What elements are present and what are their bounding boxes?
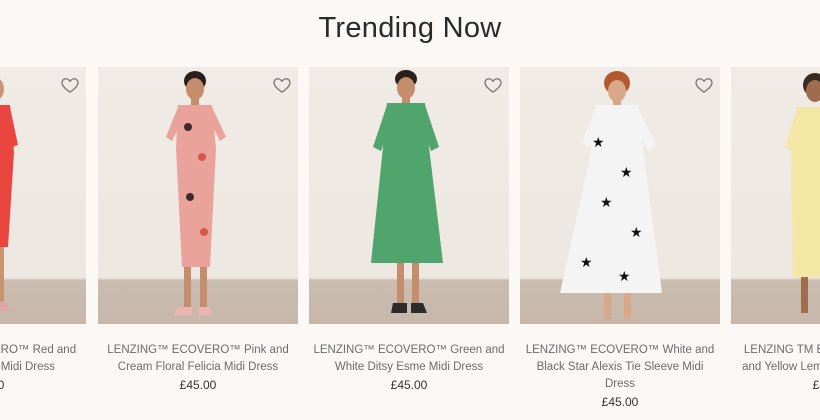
product-card[interactable]: LENZING TM ECOVERO™ White and Yellow Lem… [731,67,820,392]
product-name[interactable]: LENZING™ ECOVERO™ Green and White Ditsy … [313,342,505,376]
svg-text:★: ★ [600,194,613,210]
wishlist-heart-icon[interactable] [694,75,714,95]
section-title: Trending Now [318,12,502,44]
svg-text:★: ★ [592,134,605,150]
model-photo [0,79,18,311]
product-price: £45.00 [812,378,820,392]
model-photo [166,71,226,315]
product-name[interactable]: LENZING™ ECOVERO™ Pink and Cream Floral … [102,342,294,376]
product-image[interactable] [0,67,86,324]
product-name[interactable]: LENZING™ ECOVERO™ White and Black Star A… [524,342,716,393]
svg-text:★: ★ [630,224,643,240]
product-card[interactable]: LENZING™ ECOVERO™ Red and Pink Ditsy Fri… [0,67,86,392]
product-card[interactable]: LENZING™ ECOVERO™ Green and White Ditsy … [309,67,509,392]
model-photo: ★ ★ ★ ★ ★ ★ [560,71,662,319]
product-name[interactable]: LENZING™ ECOVERO™ Red and Pink Ditsy Fri… [0,342,82,376]
model-photo [371,70,443,313]
product-name[interactable]: LENZING TM ECOVERO™ White and Yellow Lem… [735,342,820,376]
product-price: £45.00 [179,378,217,392]
product-carousel[interactable]: LENZING™ ECOVERO™ Red and Pink Ditsy Fri… [0,67,820,420]
product-price: £45.00 [0,378,5,392]
wishlist-heart-icon[interactable] [483,75,503,95]
product-image[interactable] [731,67,820,324]
product-price: £45.00 [601,395,639,409]
model-photo [785,73,820,313]
wishlist-heart-icon[interactable] [272,75,292,95]
product-image[interactable] [98,67,298,324]
wishlist-heart-icon[interactable] [60,75,80,95]
product-card[interactable]: ★ ★ ★ ★ ★ ★ LENZING™ ECOVERO™ White and … [520,67,720,409]
product-card[interactable]: LENZING™ ECOVERO™ Pink and Cream Floral … [98,67,298,392]
product-image[interactable]: ★ ★ ★ ★ ★ ★ [520,67,720,324]
product-price: £45.00 [390,378,428,392]
product-image[interactable] [309,67,509,324]
svg-text:★: ★ [620,164,633,180]
svg-text:★: ★ [618,268,631,284]
svg-text:★: ★ [580,254,593,270]
